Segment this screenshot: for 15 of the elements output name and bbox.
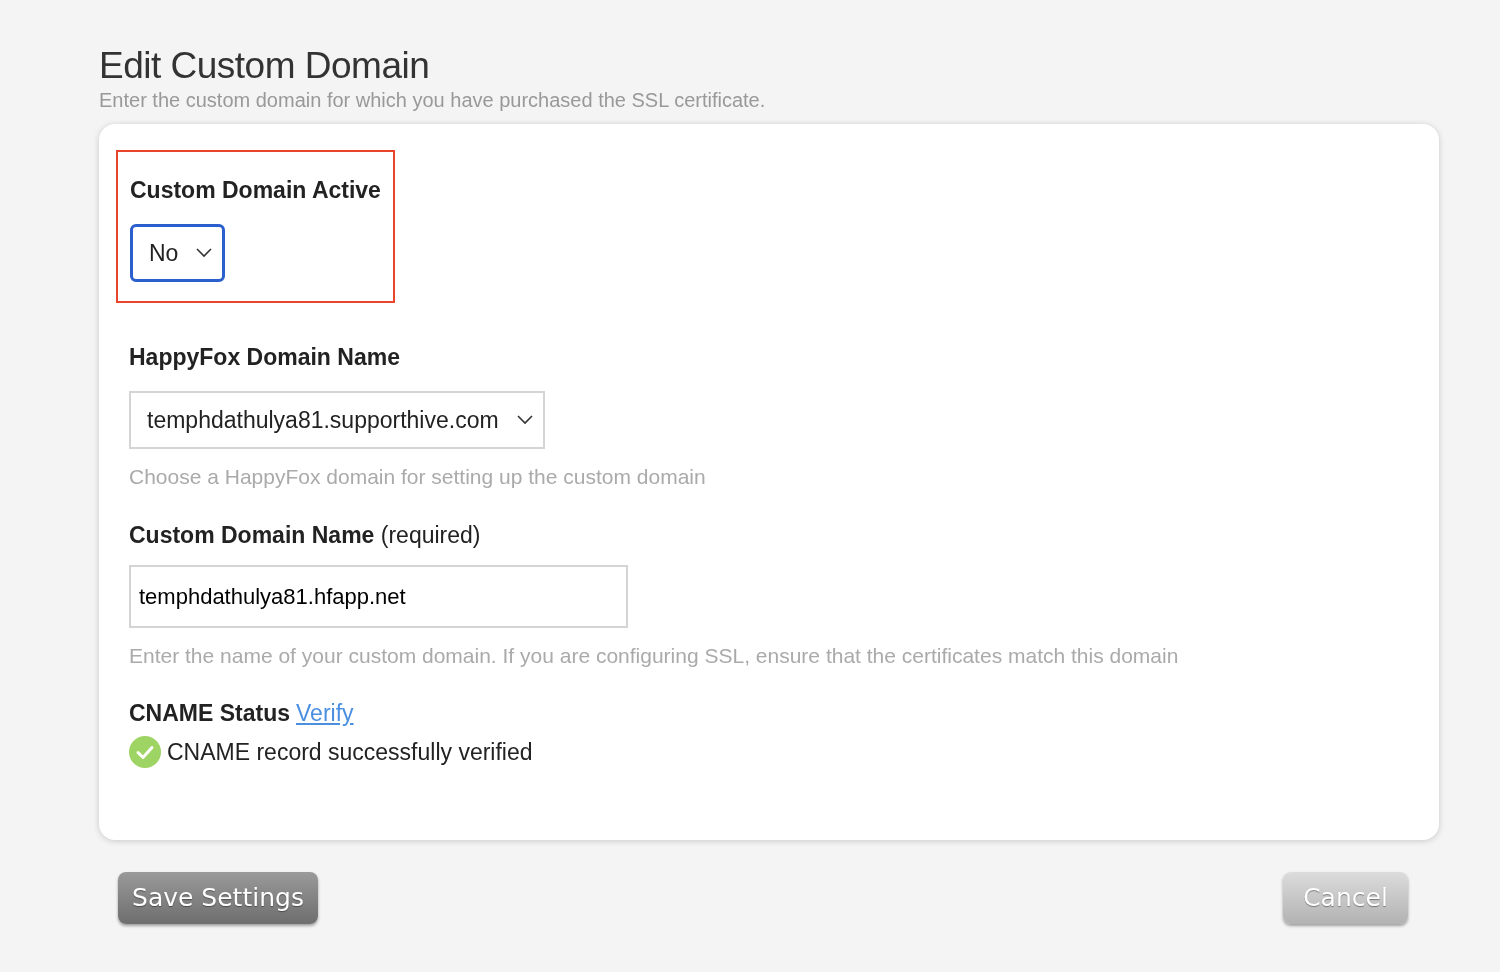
status-message: CNAME record successfully verified (167, 738, 533, 767)
dropdown[interactable]: temphdathulya81.supporthive.com (129, 391, 545, 449)
chevron-icon (516, 415, 533, 425)
help-text: Enter the name of your custom domain. If you are configuring SSL, ensure that the certificates match this domain (129, 642, 1179, 669)
chevron-icon (196, 248, 213, 258)
field-label: CNAME Status (129, 700, 290, 726)
field-label: Custom Domain Active (130, 176, 381, 204)
save-button[interactable]: Save Settings (118, 872, 318, 924)
field-label: HappyFox Domain Name (129, 343, 400, 371)
page-subtitle: Enter the custom domain for which you have purchased the SSL certificate. (99, 88, 766, 112)
help-text: Choose a HappyFox domain for setting up the custom domain (129, 464, 706, 490)
field-label: Custom Domain Name (required) (129, 520, 481, 549)
page-title: Edit Custom Domain (99, 44, 430, 88)
text-input[interactable]: temphdathulya81.hfapp.net (129, 564, 628, 628)
dropdown[interactable]: No (130, 224, 226, 282)
